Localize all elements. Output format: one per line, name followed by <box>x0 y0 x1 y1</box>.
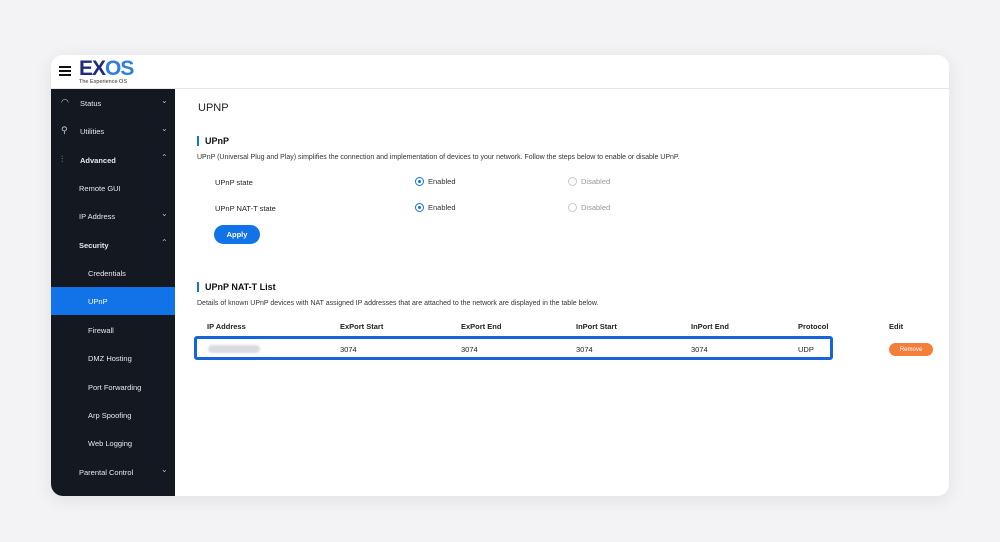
radio-selected-icon <box>415 203 424 212</box>
upnp-section-heading: UPnP <box>197 136 229 146</box>
sidebar-item-upnp[interactable]: UPnP <box>51 287 175 315</box>
sidebar-item-parental-control[interactable]: Parental Control ⌄ <box>51 458 175 486</box>
column-header-edit: Edit <box>889 322 904 331</box>
column-header-export-end: ExPort End <box>461 322 502 331</box>
hamburger-menu-icon[interactable] <box>59 66 71 76</box>
upnp-natt-state-label: UPnP NAT-T state <box>215 204 276 213</box>
apply-button[interactable]: Apply <box>214 225 260 244</box>
column-header-ip-address: IP Address <box>207 322 246 331</box>
sidebar-item-remote-gui[interactable]: Remote GUI <box>51 174 175 202</box>
sidebar-item-advanced[interactable]: ⫶ Advanced ⌃ <box>51 146 175 174</box>
sidebar-item-utilities[interactable]: ⚲ Utilities ⌄ <box>51 117 175 145</box>
upnp-state-enabled-radio[interactable]: Enabled <box>415 177 456 186</box>
sidebar-item-ip-address[interactable]: IP Address ⌄ <box>51 202 175 230</box>
upnp-natt-disabled-radio[interactable]: Disabled <box>568 203 610 212</box>
sidebar: ◠ Status ⌄ ⚲ Utilities ⌄ ⫶ Advanced ⌃ Re… <box>51 89 175 496</box>
column-header-protocol: Protocol <box>798 322 829 331</box>
upnp-natt-enabled-radio[interactable]: Enabled <box>415 203 456 212</box>
exos-logo: EXOS The Experience OS <box>79 57 134 85</box>
chevron-down-icon: ⌄ <box>161 209 168 218</box>
sidebar-item-web-logging[interactable]: Web Logging <box>51 429 175 457</box>
upnp-state-disabled-radio[interactable]: Disabled <box>568 177 610 186</box>
row-highlight-box <box>194 336 833 360</box>
natt-list-heading: UPnP NAT-T List <box>197 282 276 292</box>
sidebar-item-firewall[interactable]: Firewall <box>51 316 175 344</box>
upnp-description: UPnP (Universal Plug and Play) simplifie… <box>197 154 680 161</box>
sidebar-item-dmz-hosting[interactable]: DMZ Hosting <box>51 344 175 372</box>
sidebar-item-status[interactable]: ◠ Status ⌄ <box>51 89 175 117</box>
column-header-inport-start: InPort Start <box>576 322 617 331</box>
wrench-icon: ⚲ <box>61 125 68 135</box>
sidebar-item-arp-spoofing[interactable]: Arp Spoofing <box>51 401 175 429</box>
chevron-up-icon: ⌃ <box>161 153 168 162</box>
radio-unselected-icon <box>568 203 577 212</box>
chevron-down-icon: ⌄ <box>161 124 168 133</box>
sidebar-item-port-forwarding[interactable]: Port Forwarding <box>51 373 175 401</box>
chevron-down-icon: ⌄ <box>161 96 168 105</box>
radio-selected-icon <box>415 177 424 186</box>
upnp-state-label: UPnP state <box>215 178 253 187</box>
sliders-icon: ⫶ <box>61 154 64 164</box>
gauge-icon: ◠ <box>61 97 69 107</box>
column-header-export-start: ExPort Start <box>340 322 384 331</box>
column-header-inport-end: InPort End <box>691 322 729 331</box>
page-title: UPNP <box>198 102 229 114</box>
sidebar-item-security[interactable]: Security ⌃ <box>51 231 175 259</box>
sidebar-item-credentials[interactable]: Credentials <box>51 259 175 287</box>
radio-unselected-icon <box>568 177 577 186</box>
remove-button[interactable]: Remove <box>889 343 933 356</box>
top-bar: EXOS The Experience OS <box>51 55 949 89</box>
chevron-down-icon: ⌄ <box>161 465 168 474</box>
chevron-up-icon: ⌃ <box>161 238 168 247</box>
main-content: UPNP UPnP UPnP (Universal Plug and Play)… <box>175 89 949 496</box>
natt-list-description: Details of known UPnP devices with NAT a… <box>197 300 599 307</box>
app-window: EXOS The Experience OS ◠ Status ⌄ ⚲ Util… <box>51 55 949 496</box>
